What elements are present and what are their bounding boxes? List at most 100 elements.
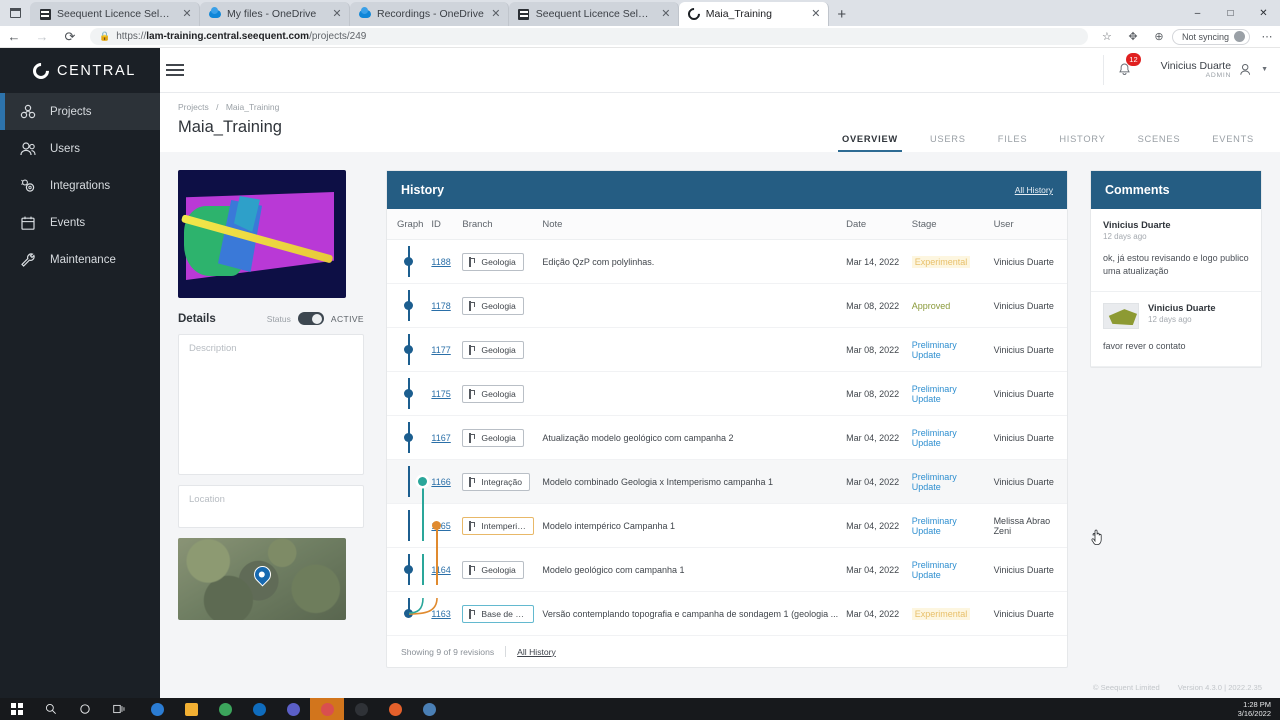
table-row[interactable]: 1188 Geologia Edição QzP com polylinhas. Ma…: [387, 239, 1067, 284]
taskbar-edge-icon[interactable]: [140, 698, 174, 720]
branch-chip[interactable]: Base de da...: [462, 604, 535, 623]
branch-chip[interactable]: Integração: [462, 472, 531, 491]
table-row[interactable]: 1178 Geologia Mar 08, 2022 Approved Vinicius…: [387, 283, 1067, 328]
tab-users[interactable]: USERS: [914, 134, 982, 152]
taskbar-outlook-icon[interactable]: [242, 698, 276, 720]
table-row[interactable]: 1166 Integração Modelo combinado Geologia …: [387, 459, 1067, 512]
profile-sync-button[interactable]: Not syncing: [1171, 28, 1250, 45]
tab-search-icon[interactable]: [0, 0, 30, 26]
revision-id-link[interactable]: 1178: [431, 301, 450, 311]
revision-id-link[interactable]: 1175: [431, 389, 450, 399]
menu-toggle-icon[interactable]: [166, 61, 184, 79]
tab-overview[interactable]: OVERVIEW: [826, 134, 914, 153]
description-field[interactable]: Description: [178, 334, 364, 475]
browser-tab-1[interactable]: My files - OneDrive ✕: [200, 2, 350, 26]
table-row[interactable]: 1177 Geologia Mar 08, 2022 Preliminary Upda…: [387, 327, 1067, 372]
revision-id-link[interactable]: 1167: [431, 433, 450, 443]
taskbar-app-dark-icon[interactable]: [344, 698, 378, 720]
breadcrumb-projects[interactable]: Projects: [178, 102, 209, 112]
browser-tab-close-icon[interactable]: ✕: [660, 8, 672, 20]
clock[interactable]: 1:28 PM 3/16/2022: [1238, 700, 1280, 719]
status-badge[interactable]: Approved: [912, 301, 951, 311]
favorite-star-icon[interactable]: ☆: [1094, 30, 1120, 43]
status-badge[interactable]: Experimental: [911, 255, 971, 268]
start-button[interactable]: [0, 698, 34, 720]
revision-id-link[interactable]: 1177: [431, 345, 450, 355]
forward-icon[interactable]: →: [28, 29, 56, 44]
revision-id-link[interactable]: 1164: [431, 565, 450, 575]
branch-chip[interactable]: Geologia: [462, 560, 524, 579]
taskbar-app-orange-icon[interactable]: [378, 698, 412, 720]
version-text: Version 4.3.0 | 2022.2.35: [1177, 682, 1262, 692]
branch-chip[interactable]: Intemperis...: [462, 516, 535, 535]
browser-menu-icon[interactable]: ⋯: [1254, 30, 1280, 43]
revision-id-link[interactable]: 1166: [431, 477, 450, 487]
user-menu[interactable]: Vinicius Duarte ADMIN ▼: [1145, 60, 1280, 79]
tab-files[interactable]: FILES: [982, 134, 1044, 152]
status-toggle[interactable]: [297, 312, 324, 325]
sidebar-item-users[interactable]: Users: [0, 130, 160, 167]
cell-date: Mar 08, 2022: [842, 327, 908, 372]
status-badge[interactable]: Preliminary Update: [912, 472, 957, 492]
minimize-button[interactable]: –: [1181, 8, 1214, 19]
location-map[interactable]: [178, 538, 346, 620]
taskbar-chrome-icon[interactable]: [208, 698, 242, 720]
sidebar-item-projects[interactable]: Projects: [0, 93, 160, 130]
new-tab-button[interactable]: +: [829, 2, 855, 26]
browser-tab-close-icon[interactable]: ✕: [181, 8, 193, 20]
branch-chip[interactable]: Geologia: [462, 340, 524, 359]
status-badge[interactable]: Preliminary Update: [912, 340, 957, 360]
browser-tab-close-icon[interactable]: ✕: [490, 8, 502, 20]
tab-scenes[interactable]: SCENES: [1122, 134, 1197, 152]
back-icon[interactable]: ←: [0, 29, 28, 44]
branch-chip[interactable]: Geologia: [462, 428, 524, 447]
table-row[interactable]: 1167 Geologia Atualização modelo geológico…: [387, 415, 1067, 460]
sidebar-item-events[interactable]: Events: [0, 204, 160, 241]
branch-chip[interactable]: Geologia: [462, 252, 524, 271]
status-badge[interactable]: Preliminary Update: [912, 428, 957, 448]
status-badge[interactable]: Preliminary Update: [912, 384, 957, 404]
collections-icon[interactable]: ✥: [1120, 30, 1146, 43]
extensions-icon[interactable]: ⊕: [1146, 30, 1172, 43]
taskbar-file-explorer-icon[interactable]: [174, 698, 208, 720]
branch-chip[interactable]: Geologia: [462, 384, 524, 403]
table-row[interactable]: 1175 Geologia Mar 08, 2022 Preliminary Upda…: [387, 371, 1067, 416]
search-icon[interactable]: [34, 698, 68, 720]
sidebar-item-integrations[interactable]: Integrations: [0, 167, 160, 204]
browser-tab-4[interactable]: Maia_Training ✕: [678, 2, 829, 26]
revision-id-link[interactable]: 1188: [431, 257, 450, 267]
browser-tab-0[interactable]: Seequent Licence Selection ✕: [30, 2, 200, 26]
status-badge[interactable]: Experimental: [911, 607, 971, 620]
all-history-link-bottom[interactable]: All History: [517, 647, 556, 657]
sidebar-item-maintenance[interactable]: Maintenance: [0, 241, 160, 278]
tab-events[interactable]: EVENTS: [1196, 134, 1270, 152]
maximize-button[interactable]: □: [1214, 8, 1247, 19]
browser-tab-close-icon[interactable]: ✕: [810, 8, 822, 20]
status-badge[interactable]: Preliminary Update: [912, 560, 957, 580]
browser-tab-3[interactable]: Seequent Licence Selection ✕: [508, 2, 679, 26]
taskbar-teams-icon[interactable]: [276, 698, 310, 720]
seequent-icon: [39, 8, 51, 20]
breadcrumb-separator: /: [216, 102, 219, 112]
notifications-button[interactable]: 12: [1102, 53, 1145, 85]
close-window-button[interactable]: ✕: [1247, 8, 1280, 19]
status-badge[interactable]: Preliminary Update: [912, 516, 957, 536]
browser-tab-close-icon[interactable]: ✕: [331, 8, 343, 20]
all-history-link-top[interactable]: All History: [1015, 185, 1053, 195]
address-bar[interactable]: 🔒 https://lam-training.central.seequent.…: [90, 28, 1088, 45]
table-row[interactable]: 1164 Geologia Modelo geológico com campanh…: [387, 547, 1067, 592]
brand-logo[interactable]: CENTRAL: [0, 48, 160, 93]
reload-icon[interactable]: ⟳: [56, 29, 84, 45]
sync-label: Not syncing: [1181, 31, 1229, 42]
table-row[interactable]: 1165 Intemperis... Modelo intempérico Camp…: [387, 503, 1067, 556]
branch-chip[interactable]: Geologia: [462, 296, 524, 315]
table-row[interactable]: 1163Base de da...Versão contemplando top…: [387, 591, 1067, 636]
cortana-icon[interactable]: [68, 698, 102, 720]
tab-history[interactable]: HISTORY: [1043, 134, 1121, 152]
browser-tab-2[interactable]: Recordings - OneDrive ✕: [350, 2, 509, 26]
taskbar-app-blue-icon[interactable]: [412, 698, 446, 720]
location-field[interactable]: Location: [178, 485, 364, 528]
taskbar-leapfrog-icon[interactable]: [310, 698, 344, 720]
task-view-icon[interactable]: [102, 698, 136, 720]
sidebar-item-label: Integrations: [50, 179, 111, 192]
